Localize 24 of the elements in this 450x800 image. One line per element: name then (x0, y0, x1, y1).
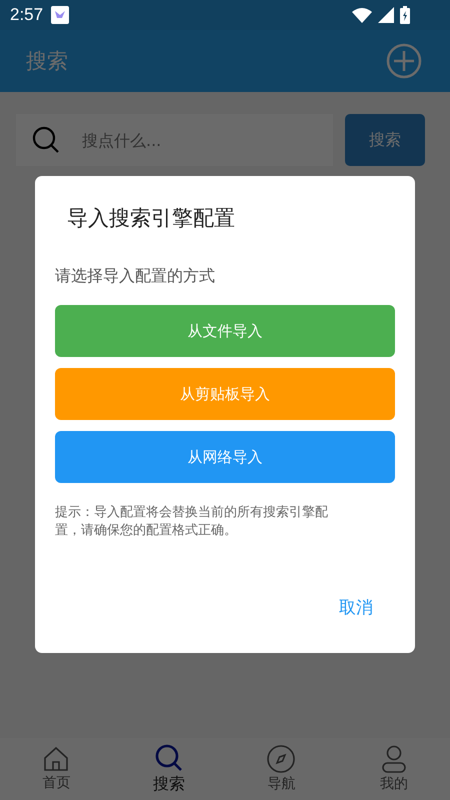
search-button[interactable]: 搜索 (345, 114, 425, 166)
dialog-subtitle: 请选择导入配置的方式 (55, 266, 216, 287)
home-icon (43, 746, 70, 772)
person-icon (382, 745, 406, 773)
nav-tab[interactable]: 首页 (21, 746, 92, 792)
search-icon (32, 126, 60, 154)
nav-tab[interactable]: 搜索 (134, 744, 204, 794)
hint-text: 提示：导入配置将会替换当前的所有搜索引擎配置，请确保您的配置格式正确。 (55, 504, 329, 540)
battery-icon (400, 6, 410, 24)
cancel-button[interactable]: 取消 (317, 588, 395, 627)
search-field[interactable]: 搜点什么... (16, 114, 333, 166)
nav-tab[interactable]: 我的 (358, 745, 429, 793)
compass-icon (267, 745, 296, 773)
import-option-button[interactable]: 从剪贴板导入 (55, 368, 395, 420)
status-time: 2:57 (10, 5, 44, 25)
dialog-title: 导入搜索引擎配置 (66, 205, 236, 232)
page-title: 搜索 (26, 48, 68, 75)
search-icon (154, 744, 183, 772)
import-option-button[interactable]: 从文件导入 (55, 305, 395, 357)
signal-icon (378, 7, 394, 23)
wifi-icon (352, 7, 372, 23)
import-option-button[interactable]: 从网络导入 (55, 431, 395, 483)
nav-tab[interactable]: 导航 (246, 745, 316, 793)
add-icon[interactable] (386, 43, 422, 79)
